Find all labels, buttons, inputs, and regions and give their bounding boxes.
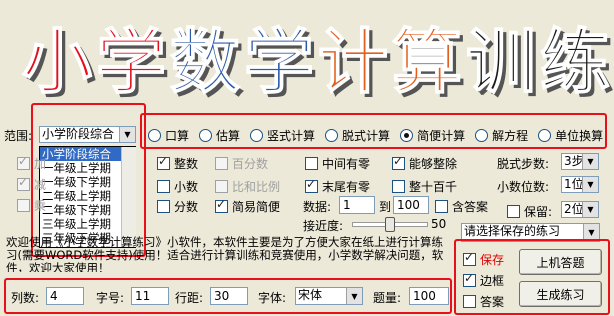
number-type-checkbox[interactable]: 整数	[157, 154, 199, 172]
steps-value: 3步	[564, 154, 584, 168]
zero-option-checkbox[interactable]: 末尾有零	[305, 177, 371, 195]
title-char: 小	[22, 21, 92, 103]
title-char: 数	[170, 21, 240, 103]
actions-highlight-box	[454, 239, 610, 315]
checkbox-icon	[392, 154, 405, 170]
app-title-banner: 小小 学学 数数 学学 计计 算算 训训 练练	[21, 20, 614, 107]
keep-select[interactable]: 2位 ▼	[561, 201, 599, 218]
zero-option-checkbox[interactable]: 整十百千	[392, 178, 457, 195]
number-type-checkbox[interactable]: 小数	[157, 178, 198, 195]
title-char: 练	[540, 21, 610, 103]
decimals-label: 小数位数:	[497, 180, 550, 194]
number-type-checkbox[interactable]: 简易简便	[215, 197, 281, 215]
proximity-slider-thumb[interactable]	[385, 217, 395, 232]
title-char: 学	[96, 21, 166, 103]
number-type-checkbox[interactable]: 分数	[157, 198, 198, 215]
zero-option-checkbox[interactable]: 能够整除	[392, 154, 458, 172]
saved-practice-value: 请选择保存的练习	[464, 224, 561, 238]
range-to-input[interactable]: 100	[393, 196, 429, 214]
checkbox-icon	[157, 154, 170, 170]
range-from-input[interactable]: 1	[339, 196, 375, 214]
operation-checkbox-label: 减	[34, 178, 47, 192]
checkbox-icon	[215, 157, 228, 170]
operation-checkbox-label: 乘	[34, 199, 47, 213]
checkbox-icon	[215, 180, 228, 193]
keep-label: 保留:	[524, 205, 553, 219]
description-text: 欢迎使用《小学数学计算练习》小软件，本软件主要是为了方便大家在纸上进行计算练习(…	[6, 236, 444, 272]
mode-highlight-box	[140, 113, 607, 149]
checkbox-icon	[305, 177, 318, 193]
number-type-checkbox-label: 简易简便	[232, 200, 281, 214]
chevron-down-icon[interactable]: ▼	[582, 202, 598, 217]
chevron-down-icon[interactable]: ▼	[582, 154, 598, 169]
range-to-label: 到	[379, 200, 392, 214]
operation-checkbox-label: 加	[34, 157, 47, 171]
zero-option-checkbox[interactable]: 中间有零	[305, 155, 370, 172]
steps-select[interactable]: 3步 ▼	[561, 153, 599, 170]
checkbox-icon	[305, 157, 318, 170]
numbers-label: 数据:	[303, 200, 332, 214]
include-answer-label: 含答案	[452, 200, 489, 214]
number-type-checkbox[interactable]: 百分数	[215, 155, 268, 172]
checkbox-icon	[157, 200, 170, 213]
proximity-label: 接近度:	[303, 219, 344, 233]
zero-option-checkbox-label: 能够整除	[409, 157, 458, 171]
checkbox-icon	[17, 175, 30, 191]
title-char: 计	[318, 21, 388, 103]
title-char: 训	[466, 21, 536, 103]
operation-checkbox[interactable]: 加	[17, 154, 47, 172]
chevron-down-icon[interactable]: ▼	[582, 177, 598, 192]
title-char: 学	[244, 21, 314, 103]
number-type-checkbox-label: 整数	[174, 157, 199, 171]
zero-option-checkbox-label: 末尾有零	[322, 180, 371, 194]
number-type-checkbox-label: 百分数	[232, 157, 269, 171]
proximity-value: 50	[431, 217, 447, 231]
number-type-checkbox-label: 比和比例	[232, 180, 281, 194]
steps-label: 脱式步数:	[497, 157, 550, 171]
number-type-checkbox[interactable]: 比和比例	[215, 178, 280, 195]
checkbox-icon	[215, 197, 228, 213]
decimals-value: 1位	[564, 177, 584, 191]
include-answer-checkbox[interactable]: 含答案	[435, 198, 488, 215]
zero-option-checkbox-label: 中间有零	[322, 157, 371, 171]
checkbox-icon	[392, 180, 405, 193]
checkbox-icon	[435, 200, 448, 213]
checkbox-icon	[17, 199, 30, 212]
title-char: 算	[392, 21, 462, 103]
zero-option-checkbox-label: 整十百千	[409, 180, 458, 194]
checkbox-icon	[507, 205, 520, 218]
bottom-highlight-box	[4, 278, 452, 314]
scope-highlight-box	[31, 103, 146, 257]
keep-value: 2位	[564, 202, 584, 216]
number-type-checkbox-label: 小数	[174, 180, 199, 194]
operation-checkbox[interactable]: 乘	[17, 197, 46, 214]
checkbox-icon	[17, 154, 30, 170]
scope-label: 范围:	[4, 129, 33, 143]
number-type-checkbox-label: 分数	[174, 200, 199, 214]
operation-checkbox[interactable]: 减	[17, 175, 47, 193]
checkbox-icon	[157, 180, 170, 193]
keep-checkbox[interactable]: 保留:	[507, 203, 552, 220]
decimals-select[interactable]: 1位 ▼	[561, 176, 599, 193]
